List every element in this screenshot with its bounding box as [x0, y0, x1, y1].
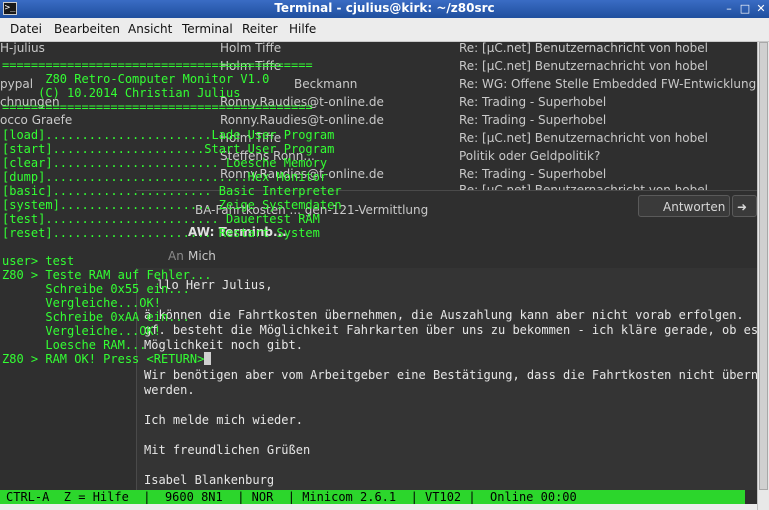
bg-subject: Re: Trading - Superhobel: [459, 113, 607, 127]
menu-reiter[interactable]: Reiter: [242, 22, 278, 36]
menu-bar: Datei Bearbeiten Ansicht Terminal Reiter…: [0, 18, 769, 42]
terminal-prompt-line: Z80 > RAM OK! Press <RETURN>: [2, 352, 212, 366]
bg-subject: Re: Trading - Superhobel: [459, 95, 607, 109]
bg-body-line: ä können die Fahrtkosten übernehmen, die…: [144, 308, 744, 322]
bg-folder: occo Graefe: [0, 113, 73, 127]
terminal-line: Vergleiche...OK!: [2, 296, 161, 310]
terminal-line: [clear]....................... Loesche M…: [2, 156, 328, 170]
terminal-line: Schreibe 0x55 ein...: [2, 282, 190, 296]
status-bar-filler: [745, 490, 757, 504]
bg-body-line: Ich melde mich wieder.: [144, 413, 303, 427]
terminal-line: [test]........................ Dauertest…: [2, 212, 320, 226]
bg-sender: Beckmann: [294, 77, 358, 91]
terminal-line: [system]..................... Zeige Syst…: [2, 198, 342, 212]
bg-body-line: Wir benötigen aber vom Arbeitgeber eine …: [144, 368, 757, 382]
bg-reply-button: Antworten: [638, 195, 730, 217]
scrollbar-thumb[interactable]: [759, 42, 768, 490]
terminal-line: Z80 > RAM OK! Press <RETURN>: [2, 352, 205, 366]
maximize-icon[interactable]: □: [738, 2, 752, 16]
bg-sender: Holm Tiffe: [220, 42, 282, 55]
terminal-line: ========================================…: [2, 58, 313, 72]
bg-subject: Re: WG: Offene Stelle Embedded FW-Entwic…: [459, 77, 757, 91]
bg-forward-icon: ➜: [732, 195, 757, 217]
text-cursor: [204, 352, 212, 365]
bg-body-line: gf. besteht die Möglichkeit Fahrkarten ü…: [144, 323, 757, 337]
terminal-line: user> test: [2, 254, 75, 268]
bg-subject: Re: [µC.net] Benutzernachricht von hobel: [459, 42, 708, 55]
terminal-line: [basic]...................... Basic Inte…: [2, 184, 342, 198]
bg-body-line: Isabel Blankenburg: [144, 473, 275, 487]
terminal-line: Vergleiche...OK!: [2, 324, 161, 338]
bg-subject: Re: [µC.net] Benutzernachricht von hobel: [459, 131, 708, 145]
terminal-line: [reset]...................... Restart Sy…: [2, 226, 320, 240]
terminal-line: (C) 10.2014 Christian Julius: [2, 86, 241, 100]
bg-subject: Politik oder Geldpolitik?: [459, 149, 601, 163]
bg-to-label: An: [168, 249, 184, 263]
terminal-line: Schreibe 0xAA ein...: [2, 310, 190, 324]
terminal-line: Z80 Retro-Computer Monitor V1.0: [2, 72, 270, 86]
bg-body-line: werden.: [144, 383, 195, 397]
close-icon[interactable]: ✕: [754, 2, 768, 16]
terminal-line: Loesche RAM...: [2, 338, 147, 352]
menu-bearbeiten[interactable]: Bearbeiten: [54, 22, 120, 36]
menu-hilfe[interactable]: Hilfe: [289, 22, 316, 36]
window-title: Terminal - cjulius@kirk: ~/z80src: [274, 1, 495, 15]
bg-subject: Re: Trading - Superhobel: [459, 167, 607, 181]
bg-sender: Ronny.Raudies@t-online.de: [220, 113, 384, 127]
terminal-line: Z80 > Teste RAM auf Fehler...: [2, 268, 212, 282]
menu-terminal[interactable]: Terminal: [182, 22, 233, 36]
terminal-scrollbar[interactable]: [757, 42, 769, 510]
terminal-line: [start].....................Start User P…: [2, 142, 335, 156]
menu-ansicht[interactable]: Ansicht: [128, 22, 172, 36]
bg-body-line: Möglichkeit noch gibt.: [144, 338, 303, 352]
terminal-line: [dump]............................Hex Mo…: [2, 170, 328, 184]
terminal-area[interactable]: H-julius pypal chnungen occo Graefe Holm…: [0, 42, 757, 490]
bg-body-line: Mit freundlichen Grüßen: [144, 443, 311, 457]
title-bar: >_ Terminal - cjulius@kirk: ~/z80src – □…: [0, 0, 769, 18]
window-bottom-edge: [0, 504, 757, 510]
minicom-status-bar: CTRL-A Z = Hilfe | 9600 8N1 | NOR | Mini…: [0, 490, 745, 504]
bg-to-value: Mich: [188, 249, 216, 263]
menu-datei[interactable]: Datei: [10, 22, 42, 36]
terminal-line: ========================================…: [2, 100, 313, 114]
minimize-icon[interactable]: –: [722, 2, 736, 16]
terminal-line: [load].......................Lade User P…: [2, 128, 335, 142]
bg-subject: Re: [µC.net] Benutzernachricht von hobel: [459, 59, 708, 73]
bg-folder: H-julius: [0, 42, 45, 55]
